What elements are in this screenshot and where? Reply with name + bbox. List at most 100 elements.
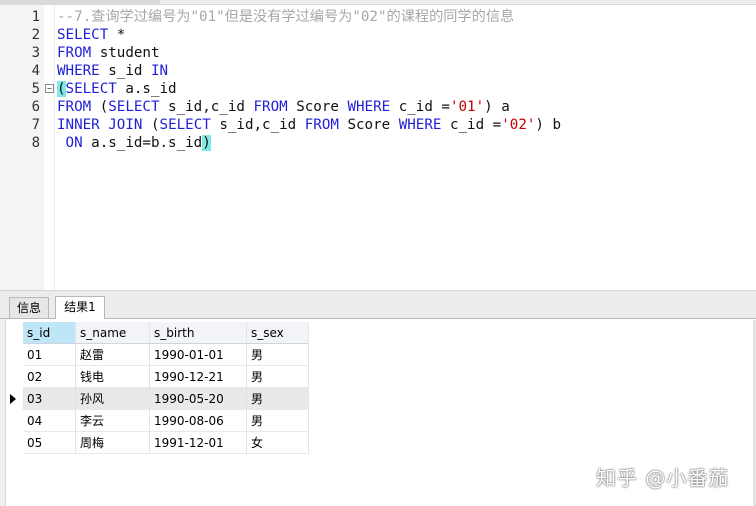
query-tab-stub <box>0 0 160 4</box>
code-line[interactable]: 4 WHERE s_id IN <box>0 62 756 80</box>
code-text: (SELECT a.s_id <box>57 80 177 98</box>
sql-keyword: FROM <box>304 117 339 133</box>
results-grid: s_id s_name s_birth s_sex 01 赵雷 1990-01-01 男 02 钱… <box>23 322 313 462</box>
sql-token: a.s_id=b.s_id <box>82 135 203 151</box>
table-cell[interactable]: 钱电 <box>76 366 150 388</box>
sql-token: a.s_id <box>116 81 177 97</box>
sql-token: Score <box>338 117 399 133</box>
sql-keyword: WHERE <box>347 99 391 115</box>
sql-token: student <box>91 45 160 61</box>
tab-result-1[interactable]: 结果1 <box>55 296 105 319</box>
watermark: 知乎 @小番茄 <box>596 466 730 490</box>
sql-token: s_id <box>99 63 151 79</box>
line-number: 5 <box>31 81 40 97</box>
sql-keyword: WHERE <box>57 63 100 79</box>
sql-token: s_id,c_id <box>210 117 305 133</box>
result-tab-bar: 信息 结果1 <box>0 296 756 319</box>
table-cell[interactable]: 02 <box>23 366 76 388</box>
row-indicator[interactable] <box>5 366 23 388</box>
code-text: SELECT * <box>57 26 125 44</box>
column-header-s_birth[interactable]: s_birth <box>150 322 247 344</box>
column-header-s_name[interactable]: s_name <box>76 322 150 344</box>
tab-info[interactable]: 信息 <box>9 297 49 318</box>
sql-token: ) b <box>535 117 562 133</box>
line-number: 6 <box>31 99 40 115</box>
sql-keyword: SELECT <box>57 27 109 43</box>
sql-keyword: FROM <box>57 45 92 61</box>
sql-token: s_id,c_id <box>159 99 254 115</box>
code-text: --7.查询学过编号为"01"但是没有学过编号为"02"的课程的同学的信息 <box>57 8 514 26</box>
table-cell[interactable]: 1990-01-01 <box>150 344 247 366</box>
table-cell[interactable]: 男 <box>247 344 309 366</box>
table-cell[interactable]: 女 <box>247 432 309 454</box>
sql-keyword: IN <box>150 63 169 79</box>
matched-bracket: ( <box>57 81 66 97</box>
sql-string: '02' <box>501 117 536 133</box>
editor-top-strip <box>0 0 756 5</box>
table-cell[interactable]: 男 <box>247 388 309 410</box>
line-number: 2 <box>31 27 40 43</box>
code-text: ON a.s_id=b.s_id) <box>57 134 211 152</box>
code-line[interactable]: 8 ON a.s_id=b.s_id) <box>0 134 756 152</box>
sql-token: ( <box>142 117 160 133</box>
sql-keyword: FROM <box>253 99 288 115</box>
column-header-s_id[interactable]: s_id <box>23 322 76 344</box>
row-indicator[interactable] <box>5 344 23 366</box>
line-number: 4 <box>31 63 40 79</box>
sql-token: * <box>108 27 126 43</box>
table-cell[interactable]: 01 <box>23 344 76 366</box>
line-number: 8 <box>31 135 40 151</box>
table-cell[interactable]: 李云 <box>76 410 150 432</box>
table-cell[interactable]: 1991-12-01 <box>150 432 247 454</box>
sql-keyword: JOIN <box>108 117 143 133</box>
table-cell[interactable]: 男 <box>247 366 309 388</box>
sql-keyword: FROM <box>57 99 92 115</box>
line-number: 3 <box>31 45 40 61</box>
sql-keyword: WHERE <box>398 117 442 133</box>
current-row-arrow-icon <box>10 394 16 404</box>
code-text: FROM (SELECT s_id,c_id FROM Score WHERE … <box>57 98 510 116</box>
code-text: FROM student <box>57 44 160 62</box>
code-line[interactable]: 7 INNER JOIN (SELECT s_id,c_id FROM Score… <box>0 116 756 134</box>
table-cell[interactable]: 孙风 <box>76 388 150 410</box>
column-header-s_sex[interactable]: s_sex <box>247 322 309 344</box>
table-cell[interactable]: 05 <box>23 432 76 454</box>
sql-keyword: ON <box>65 135 83 151</box>
table-cell[interactable]: 男 <box>247 410 309 432</box>
sql-token: ) a <box>484 99 510 115</box>
code-line[interactable]: 1 --7.查询学过编号为"01"但是没有学过编号为"02"的课程的同学的信息 <box>0 8 756 26</box>
sql-token: c_id = <box>441 117 502 133</box>
line-number: 1 <box>31 9 40 25</box>
code-line[interactable]: 2 SELECT * <box>0 26 756 44</box>
table-cell[interactable]: 赵雷 <box>76 344 150 366</box>
table-cell[interactable]: 03 <box>23 388 76 410</box>
row-indicator[interactable] <box>5 410 23 432</box>
code-line[interactable]: 3 FROM student <box>0 44 756 62</box>
code-area[interactable]: 1 --7.查询学过编号为"01"但是没有学过编号为"02"的课程的同学的信息 2 S… <box>0 8 756 152</box>
code-text: INNER JOIN (SELECT s_id,c_id FROM Score … <box>57 116 561 134</box>
table-cell[interactable]: 周梅 <box>76 432 150 454</box>
code-line[interactable]: 5− (SELECT a.s_id <box>0 80 756 98</box>
matched-bracket: ) <box>202 135 211 151</box>
sql-keyword: SELECT <box>159 117 211 133</box>
code-text: WHERE s_id IN <box>57 62 168 80</box>
sql-token: ( <box>91 99 109 115</box>
sql-editor[interactable]: 1 --7.查询学过编号为"01"但是没有学过编号为"02"的课程的同学的信息 2 S… <box>0 0 756 290</box>
line-number: 7 <box>31 117 40 133</box>
sql-keyword: INNER <box>57 117 100 133</box>
row-indicator[interactable] <box>5 388 23 410</box>
table-cell[interactable]: 1990-08-06 <box>150 410 247 432</box>
sql-keyword: SELECT <box>108 99 160 115</box>
sql-token: Score <box>287 99 348 115</box>
row-indicator[interactable] <box>5 432 23 454</box>
sql-string: '01' <box>449 99 485 115</box>
sql-comment: --7.查询学过编号为"01"但是没有学过编号为"02"的课程的同学的信息 <box>57 9 515 25</box>
table-cell[interactable]: 04 <box>23 410 76 432</box>
table-cell[interactable]: 1990-05-20 <box>150 388 247 410</box>
table-cell[interactable]: 1990-12-21 <box>150 366 247 388</box>
sql-keyword: SELECT <box>65 81 117 97</box>
fold-toggle-icon[interactable]: − <box>45 84 54 93</box>
code-line[interactable]: 6 FROM (SELECT s_id,c_id FROM Score WHERE… <box>0 98 756 116</box>
